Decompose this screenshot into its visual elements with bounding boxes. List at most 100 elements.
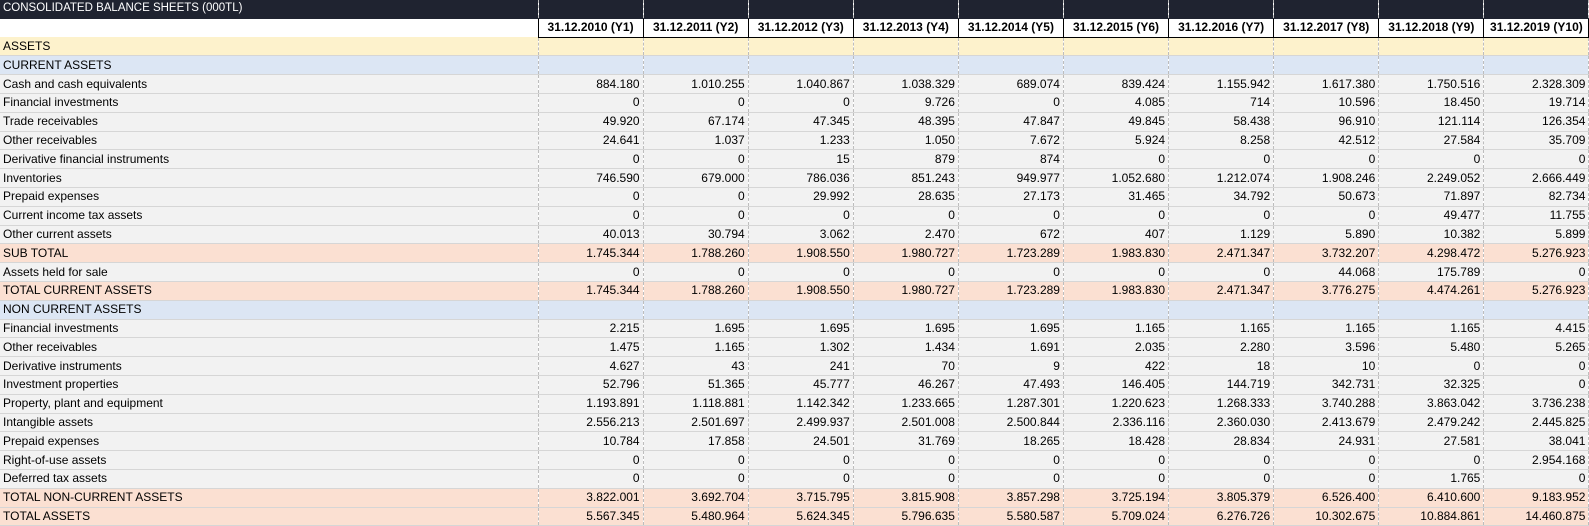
value-cell[interactable]: 5.480.964: [643, 507, 749, 526]
header-blank-cell[interactable]: [0, 18, 539, 38]
value-cell[interactable]: 2.035: [1063, 337, 1170, 358]
value-cell[interactable]: 2.556.213: [538, 413, 644, 433]
value-cell[interactable]: 0: [958, 262, 1064, 282]
value-cell[interactable]: 0: [1063, 469, 1170, 489]
value-cell[interactable]: 18.450: [1378, 93, 1485, 113]
value-cell[interactable]: 746.590: [538, 168, 644, 188]
value-cell[interactable]: 0: [538, 149, 644, 170]
value-cell[interactable]: 672: [958, 225, 1064, 245]
row-label[interactable]: Right-of-use assets: [0, 450, 539, 470]
value-cell[interactable]: 0: [643, 450, 749, 470]
value-cell[interactable]: 1.723.289: [958, 281, 1064, 301]
row-label[interactable]: Inventories: [0, 168, 539, 188]
value-cell[interactable]: 28.834: [1168, 431, 1275, 452]
value-cell[interactable]: 1.691: [958, 337, 1064, 358]
value-cell[interactable]: 10.302.675: [1273, 507, 1380, 526]
value-cell[interactable]: 3.822.001: [538, 488, 644, 508]
value-cell[interactable]: [958, 37, 1064, 57]
value-cell[interactable]: 1.434: [853, 337, 959, 358]
value-cell[interactable]: 42.512: [1273, 131, 1380, 151]
value-cell[interactable]: 3.805.379: [1168, 488, 1275, 508]
value-cell[interactable]: [748, 55, 854, 76]
value-cell[interactable]: 0: [643, 93, 749, 113]
value-cell[interactable]: 9: [958, 356, 1064, 376]
value-cell[interactable]: 1.165: [1063, 319, 1170, 339]
value-cell[interactable]: 0: [643, 149, 749, 170]
value-cell[interactable]: 1.617.380: [1273, 74, 1380, 94]
value-cell[interactable]: 1.695: [853, 319, 959, 339]
value-cell[interactable]: 50.673: [1273, 187, 1380, 207]
value-cell[interactable]: 35.709: [1483, 131, 1589, 151]
value-cell[interactable]: 144.719: [1168, 375, 1275, 395]
value-cell[interactable]: [748, 300, 854, 320]
value-cell[interactable]: 4.627: [538, 356, 644, 376]
value-cell[interactable]: 49.477: [1378, 206, 1485, 226]
value-cell[interactable]: 0: [748, 206, 854, 226]
value-cell[interactable]: 7.672: [958, 131, 1064, 151]
value-cell[interactable]: [853, 55, 959, 76]
value-cell[interactable]: 1.983.830: [1063, 281, 1170, 301]
value-cell[interactable]: 27.173: [958, 187, 1064, 207]
value-cell[interactable]: 2.501.697: [643, 413, 749, 433]
value-cell[interactable]: 1.233.665: [853, 394, 959, 414]
value-cell[interactable]: 1.010.255: [643, 74, 749, 94]
value-cell[interactable]: 3.692.704: [643, 488, 749, 508]
value-cell[interactable]: 949.977: [958, 168, 1064, 188]
value-cell[interactable]: 18.265: [958, 431, 1064, 452]
value-cell[interactable]: 1.037: [643, 131, 749, 151]
value-cell[interactable]: 5.580.587: [958, 507, 1064, 526]
row-label[interactable]: Other current assets: [0, 225, 539, 245]
value-cell[interactable]: 679.000: [643, 168, 749, 188]
value-cell[interactable]: 24.641: [538, 131, 644, 151]
value-cell[interactable]: 0: [538, 93, 644, 113]
value-cell[interactable]: 0: [1168, 149, 1275, 170]
value-cell[interactable]: 0: [538, 206, 644, 226]
value-cell[interactable]: [1378, 37, 1485, 57]
row-label[interactable]: CURRENT ASSETS: [0, 55, 539, 76]
value-cell[interactable]: 0: [1168, 469, 1275, 489]
value-cell[interactable]: 175.789: [1378, 262, 1485, 282]
value-cell[interactable]: 0: [1168, 262, 1275, 282]
value-cell[interactable]: 0: [1168, 450, 1275, 470]
value-cell[interactable]: 5.480: [1378, 337, 1485, 358]
value-cell[interactable]: 0: [643, 262, 749, 282]
value-cell[interactable]: 15: [748, 149, 854, 170]
row-label[interactable]: Derivative instruments: [0, 356, 539, 376]
value-cell[interactable]: 82.734: [1483, 187, 1589, 207]
value-cell[interactable]: 3.596: [1273, 337, 1380, 358]
period-header[interactable]: 31.12.2017 (Y8): [1273, 17, 1380, 38]
value-cell[interactable]: 0: [748, 450, 854, 470]
value-cell[interactable]: 0: [1273, 450, 1380, 470]
value-cell[interactable]: 0: [643, 206, 749, 226]
value-cell[interactable]: [643, 300, 749, 320]
period-header[interactable]: 31.12.2019 (Y10): [1483, 17, 1589, 38]
value-cell[interactable]: 48.395: [853, 112, 959, 132]
value-cell[interactable]: [1483, 37, 1589, 57]
value-cell[interactable]: 29.992: [748, 187, 854, 207]
value-cell[interactable]: 2.499.937: [748, 413, 854, 433]
value-cell[interactable]: 0: [643, 469, 749, 489]
value-cell[interactable]: 44.068: [1273, 262, 1380, 282]
value-cell[interactable]: 0: [748, 469, 854, 489]
value-cell[interactable]: 2.470: [853, 225, 959, 245]
value-cell[interactable]: 1.788.260: [643, 281, 749, 301]
value-cell[interactable]: 2.666.449: [1483, 168, 1589, 188]
value-cell[interactable]: 27.584: [1378, 131, 1485, 151]
value-cell[interactable]: 0: [853, 206, 959, 226]
value-cell[interactable]: 2.413.679: [1273, 413, 1380, 433]
value-cell[interactable]: 1.723.289: [958, 243, 1064, 264]
value-cell[interactable]: 342.731: [1273, 375, 1380, 395]
value-cell[interactable]: 2.328.309: [1483, 74, 1589, 94]
value-cell[interactable]: 0: [643, 187, 749, 207]
value-cell[interactable]: [1273, 55, 1380, 76]
value-cell[interactable]: 0: [748, 93, 854, 113]
period-header[interactable]: 31.12.2015 (Y6): [1062, 17, 1170, 38]
period-header[interactable]: 31.12.2014 (Y5): [957, 17, 1064, 38]
row-label[interactable]: Intangible assets: [0, 413, 539, 433]
value-cell[interactable]: 34.792: [1168, 187, 1275, 207]
value-cell[interactable]: 0: [538, 187, 644, 207]
value-cell[interactable]: 1.165: [1273, 319, 1380, 339]
value-cell[interactable]: 121.114: [1378, 112, 1485, 132]
value-cell[interactable]: 3.715.795: [748, 488, 854, 508]
row-label[interactable]: Cash and cash equivalents: [0, 74, 539, 94]
